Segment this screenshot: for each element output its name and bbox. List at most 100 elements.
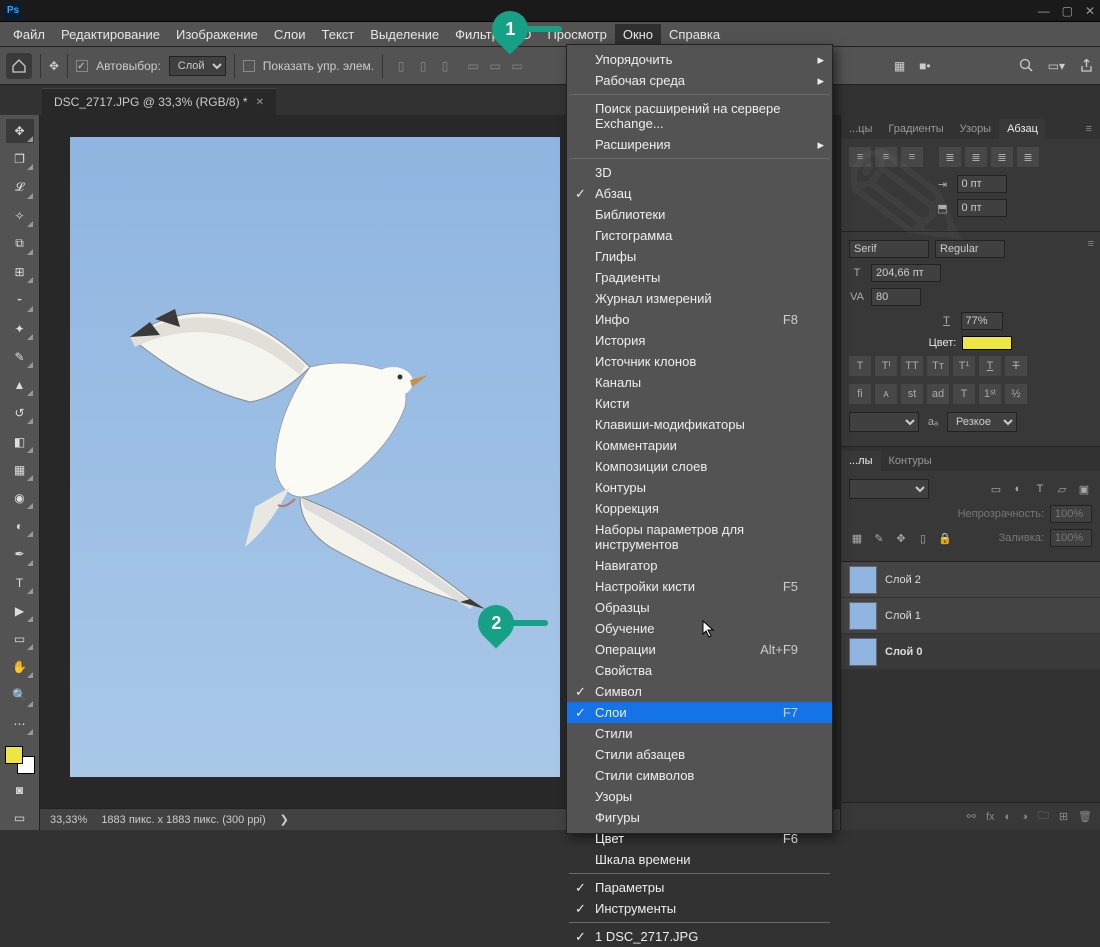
menu-изображение[interactable]: Изображение [168,24,266,45]
antialias-select[interactable]: Резкое [947,412,1017,432]
statusbar-arrow-icon[interactable]: ❯ [280,813,289,826]
lang-select[interactable] [849,412,919,432]
filter-shape-icon[interactable]: ▱ [1054,482,1070,496]
blur-tool[interactable]: ◉ [6,486,34,510]
layer-kind-select[interactable] [849,479,929,499]
camera-icon[interactable]: ■• [919,59,930,73]
menu-item-инфо[interactable]: ИнфоF8 [567,309,832,330]
filter-smart-icon[interactable]: ▣ [1076,482,1092,496]
align-center-v-icon[interactable]: ▭ [485,56,505,76]
menu-редактирование[interactable]: Редактирование [53,24,168,45]
canvas[interactable] [70,137,560,777]
vscale-field[interactable] [961,312,1003,330]
superscript-btn[interactable]: T¹ [953,356,975,376]
opentype-fi-btn[interactable]: fi [849,384,871,404]
menu-item-каналы[interactable]: Каналы [567,372,832,393]
menu-item-комментарии[interactable]: Комментарии [567,435,832,456]
history-brush-tool[interactable]: ↺ [6,401,34,425]
menu-item-1-dsc_2717.jpg[interactable]: ✓1 DSC_2717.JPG [567,926,832,947]
panel-tab-0[interactable]: ...цы [841,119,880,139]
menu-справка[interactable]: Справка [661,24,728,45]
space-input[interactable] [957,199,1007,217]
menu-item-образцы[interactable]: Образцы [567,597,832,618]
align-left-icon[interactable]: ▯ [391,56,411,76]
autoselect-checkbox[interactable] [76,60,88,72]
justify-center-btn[interactable]: ≣ [965,147,987,167]
close-tab-icon[interactable]: ✕ [256,97,264,108]
align-center-btn[interactable]: ≡ [875,147,897,167]
search-icon[interactable] [1019,58,1034,73]
align-right-btn[interactable]: ≡ [901,147,923,167]
healing-tool[interactable]: ✦ [6,317,34,341]
crop-tool[interactable]: ⧉ [6,232,34,256]
menu-item-коррекция[interactable]: Коррекция [567,498,832,519]
align-top-icon[interactable]: ▭ [463,56,483,76]
menu-item-стили-символов[interactable]: Стили символов [567,765,832,786]
delete-layer-icon[interactable]: 🗑 [1078,810,1092,823]
menu-item-параметры[interactable]: ✓Параметры [567,877,832,898]
bold-btn[interactable]: T [849,356,871,376]
menu-item-кисти[interactable]: Кисти [567,393,832,414]
menu-item-композиции-слоев[interactable]: Композиции слоев [567,456,832,477]
lock-paint-icon[interactable]: ✎ [871,531,887,545]
hand-tool[interactable]: ✋ [6,655,34,679]
layer-item[interactable]: Слой 1 [841,598,1100,634]
menu-item-клавиши-модификаторы[interactable]: Клавиши-модификаторы [567,414,832,435]
panel-tab-2[interactable]: Узоры [952,119,999,139]
menu-item-шкала-времени[interactable]: Шкала времени [567,849,832,870]
menu-item-цвет[interactable]: ЦветF6 [567,828,832,849]
adjustment-layer-icon[interactable]: ◑ [1021,811,1028,823]
menu-item-слои[interactable]: ✓СлоиF7 [567,702,832,723]
document-tab[interactable]: DSC_2717.JPG @ 33,3% (RGB/8) * ✕ [42,88,276,115]
opentype-st-btn[interactable]: st [901,384,923,404]
pen-tool[interactable]: ✒ [6,542,34,566]
panel-tab-1[interactable]: Градиенты [880,119,951,139]
strikethrough-btn[interactable]: T [1005,356,1027,376]
frame-tool[interactable]: ⊞ [6,260,34,284]
edit-toolbar[interactable]: ⋯ [6,712,34,736]
color-swatches[interactable] [5,746,35,774]
screen-mode-tool[interactable]: ▭ [6,806,34,830]
menu-item-инструменты[interactable]: ✓Инструменты [567,898,832,919]
opentype-t1-btn[interactable]: T [953,384,975,404]
menu-item-расширения[interactable]: Расширения▸ [567,134,832,155]
allcaps-btn[interactable]: TT [901,356,923,376]
quick-mask-tool[interactable]: ◙ [6,778,34,802]
menu-item-гистограмма[interactable]: Гистограмма [567,225,832,246]
opentype-half-btn[interactable]: ½ [1005,384,1027,404]
screen-mode-icon[interactable]: ▭▾ [1048,59,1065,73]
align-center-h-icon[interactable]: ▯ [413,56,433,76]
justify-left-btn[interactable]: ≣ [939,147,961,167]
menu-item-рабочая-среда[interactable]: Рабочая среда▸ [567,70,832,91]
smallcaps-btn[interactable]: Tᴛ [927,356,949,376]
opentype-1st-btn[interactable]: 1ˢᵗ [979,384,1001,404]
menu-файл[interactable]: Файл [5,24,53,45]
brush-tool[interactable]: ✎ [6,345,34,369]
menu-окно[interactable]: Окно [615,24,661,45]
gradient-tool[interactable]: ▦ [6,458,34,482]
menu-item-источник-клонов[interactable]: Источник клонов [567,351,832,372]
lasso-tool[interactable]: 𝓛 [6,175,34,199]
maximize-button[interactable]: ▢ [1062,4,1073,18]
menu-item-журнал-измерений[interactable]: Журнал измерений [567,288,832,309]
tracking-field[interactable] [871,288,921,306]
eyedropper-tool[interactable]: ⁃ [6,288,34,312]
menu-item-операции[interactable]: ОперацииAlt+F9 [567,639,832,660]
layer-item[interactable]: Слой 2 [841,562,1100,598]
justify-all-btn[interactable]: ≣ [1017,147,1039,167]
mode-3d-icon[interactable]: ▦ [894,59,905,73]
zoom-level[interactable]: 33,33% [50,814,87,826]
menu-item-3d[interactable]: 3D [567,162,832,183]
menu-item-стили-абзацев[interactable]: Стили абзацев [567,744,832,765]
eraser-tool[interactable]: ◧ [6,429,34,453]
layer-item[interactable]: Слой 0 [841,634,1100,670]
home-icon[interactable] [6,53,32,79]
align-right-icon[interactable]: ▯ [435,56,455,76]
menu-слои[interactable]: Слои [266,24,314,45]
lock-artboard-icon[interactable]: ▯ [915,531,931,545]
menu-item-обучение[interactable]: Обучение [567,618,832,639]
menu-item-наборы-параметров-для-инструментов[interactable]: Наборы параметров для инструментов [567,519,832,555]
autoselect-select[interactable]: Слой [169,56,226,76]
menu-item-стили[interactable]: Стили [567,723,832,744]
filter-image-icon[interactable]: ▭ [988,482,1004,496]
